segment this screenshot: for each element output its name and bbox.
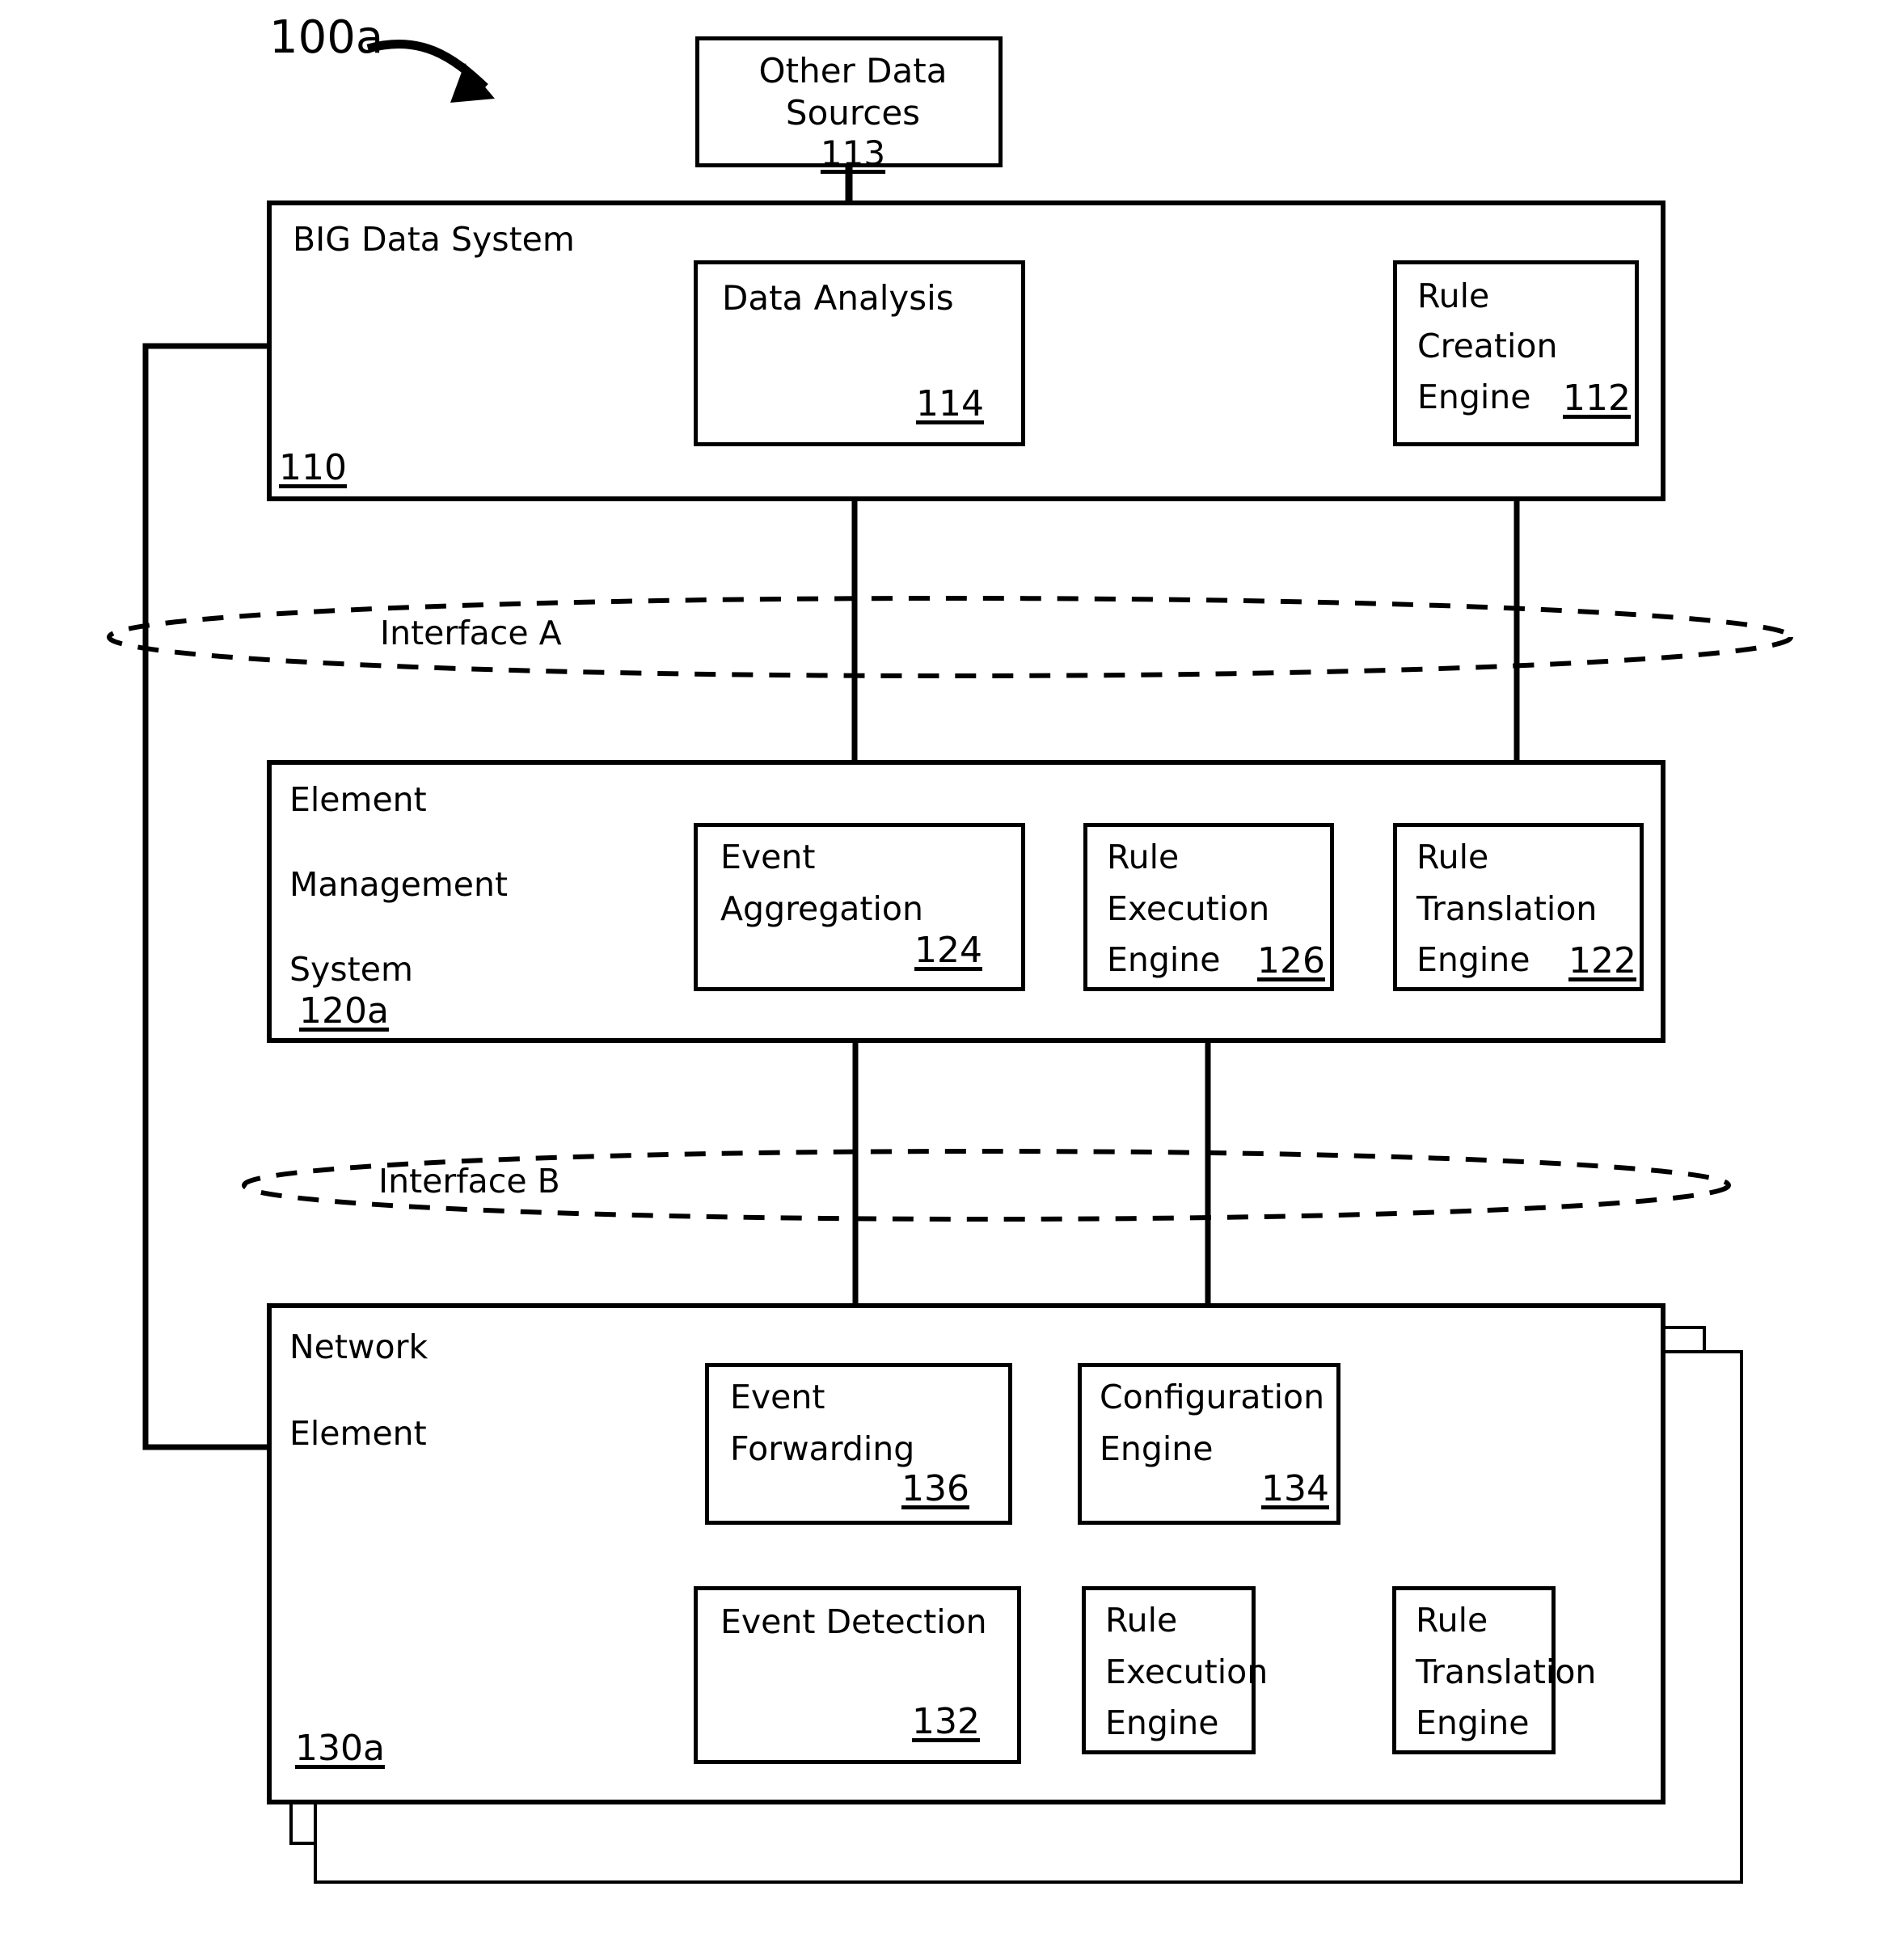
- rule-execution-engine-ems-line2: Execution: [1107, 889, 1270, 928]
- other-data-sources-line2: Sources: [785, 93, 921, 133]
- rule-execution-engine-ems-ref: 126: [1257, 940, 1325, 981]
- data-analysis-label: Data Analysis: [722, 278, 954, 318]
- event-forwarding-box[interactable]: Event Forwarding 136: [705, 1363, 1012, 1525]
- rule-translation-engine-ems-line2: Translation: [1416, 889, 1598, 928]
- event-detection-label: Event Detection: [720, 1602, 987, 1641]
- rule-execution-engine-ne-box[interactable]: Rule Execution Engine: [1082, 1586, 1268, 1754]
- rule-translation-engine-ems-line1: Rule: [1416, 838, 1489, 876]
- event-forwarding-line2: Forwarding: [730, 1429, 915, 1468]
- other-data-sources-box[interactable]: Other Data Sources 113: [695, 36, 1003, 171]
- rule-creation-engine-line1: Rule: [1417, 276, 1490, 315]
- rule-translation-engine-ems-line3: Engine: [1416, 940, 1530, 979]
- data-analysis-ref: 114: [916, 383, 984, 424]
- rule-translation-engine-ne-box[interactable]: Rule Translation Engine: [1392, 1586, 1596, 1754]
- rule-translation-engine-ems-box[interactable]: Rule Translation Engine 122: [1393, 823, 1644, 991]
- rule-execution-engine-ems-line3: Engine: [1107, 940, 1221, 979]
- rule-translation-engine-ne-line2: Translation: [1416, 1652, 1597, 1691]
- rule-execution-engine-ne-line2: Execution: [1105, 1652, 1269, 1691]
- configuration-engine-box[interactable]: Configuration Engine 134: [1078, 1363, 1340, 1525]
- ems-line1: Element: [289, 780, 427, 819]
- rule-execution-engine-ems-line1: Rule: [1107, 838, 1180, 876]
- rule-execution-engine-ne-line1: Rule: [1105, 1601, 1178, 1640]
- interface-a-ellipse: [107, 596, 1793, 678]
- ems-line2: Management: [289, 865, 509, 904]
- ems-line3: System: [289, 950, 413, 989]
- event-aggregation-box[interactable]: Event Aggregation 124: [694, 823, 1025, 991]
- network-element-line1: Network: [289, 1327, 429, 1366]
- rule-execution-engine-ems-box[interactable]: Rule Execution Engine 126: [1083, 823, 1334, 991]
- network-element-line2: Element: [289, 1414, 427, 1453]
- rule-execution-engine-ne-line3: Engine: [1105, 1703, 1219, 1742]
- network-element-ref: 130a: [295, 1728, 385, 1769]
- rule-translation-engine-ne-line3: Engine: [1416, 1703, 1530, 1742]
- rule-creation-engine-line2: Creation: [1417, 327, 1558, 365]
- figure-canvas: 100a Other Data Sources 113 BIG Data Sys…: [0, 0, 1904, 1950]
- rule-creation-engine-box[interactable]: Rule Creation Engine 112: [1393, 260, 1639, 446]
- configuration-engine-ref: 134: [1261, 1468, 1329, 1509]
- interface-b-label: Interface B: [378, 1162, 560, 1201]
- big-data-system-ref: 110: [279, 447, 347, 488]
- event-forwarding-ref: 136: [901, 1468, 969, 1509]
- figure-number: 100a: [269, 11, 384, 64]
- rule-translation-engine-ems-ref: 122: [1568, 940, 1636, 981]
- data-analysis-box[interactable]: Data Analysis 114: [694, 260, 1025, 446]
- configuration-engine-line1: Configuration: [1100, 1378, 1325, 1416]
- event-detection-ref: 132: [912, 1701, 980, 1742]
- configuration-engine-line2: Engine: [1100, 1429, 1214, 1468]
- rule-creation-engine-line3: Engine: [1417, 378, 1531, 416]
- other-data-sources-ref: 113: [820, 133, 886, 173]
- rule-translation-engine-ne-line1: Rule: [1416, 1601, 1488, 1640]
- interface-a-label: Interface A: [380, 614, 562, 652]
- other-data-sources-line1: Other Data: [758, 51, 948, 91]
- event-aggregation-ref: 124: [914, 930, 982, 971]
- event-detection-box[interactable]: Event Detection 132: [694, 1586, 1021, 1764]
- rule-creation-engine-ref: 112: [1563, 378, 1631, 419]
- event-aggregation-line2: Aggregation: [720, 889, 923, 928]
- event-forwarding-line1: Event: [730, 1378, 825, 1416]
- ems-ref: 120a: [299, 990, 389, 1032]
- event-aggregation-line1: Event: [720, 838, 816, 876]
- big-data-system-label: BIG Data System: [293, 220, 575, 259]
